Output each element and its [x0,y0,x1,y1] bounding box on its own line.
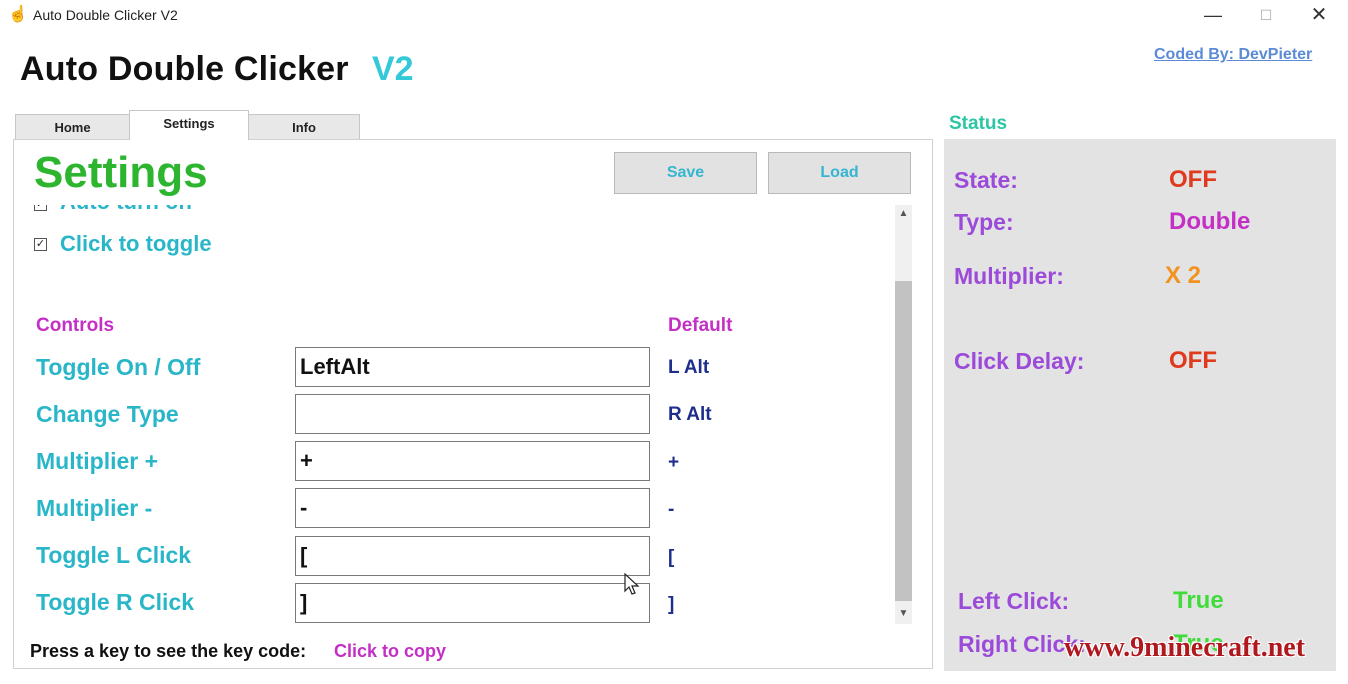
auto-turn-on-checkbox[interactable]: ✓ [34,205,47,211]
app-version: V2 [372,50,414,88]
toggle-on-off-label: Toggle On / Off [36,354,201,380]
left-click-label: Left Click: [958,588,1070,614]
tab-home[interactable]: Home [15,114,130,139]
multiplier-plus-input[interactable] [295,441,650,481]
click-to-toggle-checkbox[interactable]: ✓ [34,238,47,251]
change-type-default: R Alt [668,404,712,425]
click-to-copy-link[interactable]: Click to copy [334,641,446,662]
multiplier-minus-label: Multiplier - [36,495,153,521]
toggle-l-click-default: [ [668,547,675,568]
toggle-l-click-label: Toggle L Click [36,542,192,568]
status-title: Status [949,113,1008,134]
settings-scroll-region[interactable]: ✓ Auto turn on ✓ Click to toggle Control… [28,205,894,625]
vertical-scrollbar[interactable]: ▲ ▼ [895,205,912,624]
title-bar: ☝ Auto Double Clicker V2 — ☐ ✕ [0,0,1348,32]
scroll-down-icon[interactable]: ▼ [895,605,912,623]
save-button[interactable]: Save [614,152,757,194]
toggle-r-click-label: Toggle R Click [36,589,195,615]
keycode-prompt: Press a key to see the key code: [30,641,307,661]
type-label: Type: [954,209,1014,235]
maximize-button[interactable]: ☐ [1243,0,1289,32]
tab-settings[interactable]: Settings [129,110,249,140]
checkbox-row-click-to-toggle[interactable]: ✓ Click to toggle [28,231,428,261]
state-label: State: [954,167,1018,193]
mouse-pointer-icon [624,572,640,603]
state-value: OFF [1169,166,1217,193]
toggle-l-click-input[interactable] [295,536,650,576]
window-title: Auto Double Clicker V2 [33,7,178,23]
controls-header: Controls [36,315,115,336]
click-to-toggle-label: Click to toggle [60,231,212,256]
click-delay-label: Click Delay: [954,348,1085,374]
scroll-thumb[interactable] [895,281,912,601]
close-button[interactable]: ✕ [1296,0,1342,32]
type-value: Double [1169,208,1251,235]
multiplier-label: Multiplier: [954,263,1064,289]
toggle-r-click-default: ] [668,594,675,615]
multiplier-minus-input[interactable] [295,488,650,528]
coded-by-link[interactable]: Coded By: DevPieter [1154,46,1312,64]
click-delay-value: OFF [1169,347,1217,374]
change-type-label: Change Type [36,401,179,427]
hand-pointer-icon: ☝ [8,6,28,23]
status-panel: State: OFF Type: Double Multiplier: X 2 … [944,139,1336,671]
app-title: Auto Double Clicker [20,50,349,88]
tab-info[interactable]: Info [248,114,360,139]
toggle-on-off-input[interactable] [295,347,650,387]
change-type-input[interactable] [295,394,650,434]
checkbox-row-auto-turn-on[interactable]: ✓ Auto turn on [28,205,428,217]
load-button[interactable]: Load [768,152,911,194]
multiplier-plus-default: + [668,452,680,473]
minimize-button[interactable]: — [1190,0,1236,32]
default-header: Default [668,315,733,336]
settings-heading: Settings [34,148,208,197]
multiplier-value: X 2 [1165,262,1202,289]
toggle-r-click-input[interactable] [295,583,650,623]
auto-turn-on-label: Auto turn on [60,205,192,215]
scroll-up-icon[interactable]: ▲ [895,205,912,223]
left-click-value: True [1173,587,1224,614]
multiplier-minus-default: - [668,499,675,520]
watermark: www.9minecraft.net [1064,632,1306,663]
toggle-on-off-default: L Alt [668,357,710,378]
multiplier-plus-label: Multiplier + [36,448,159,474]
